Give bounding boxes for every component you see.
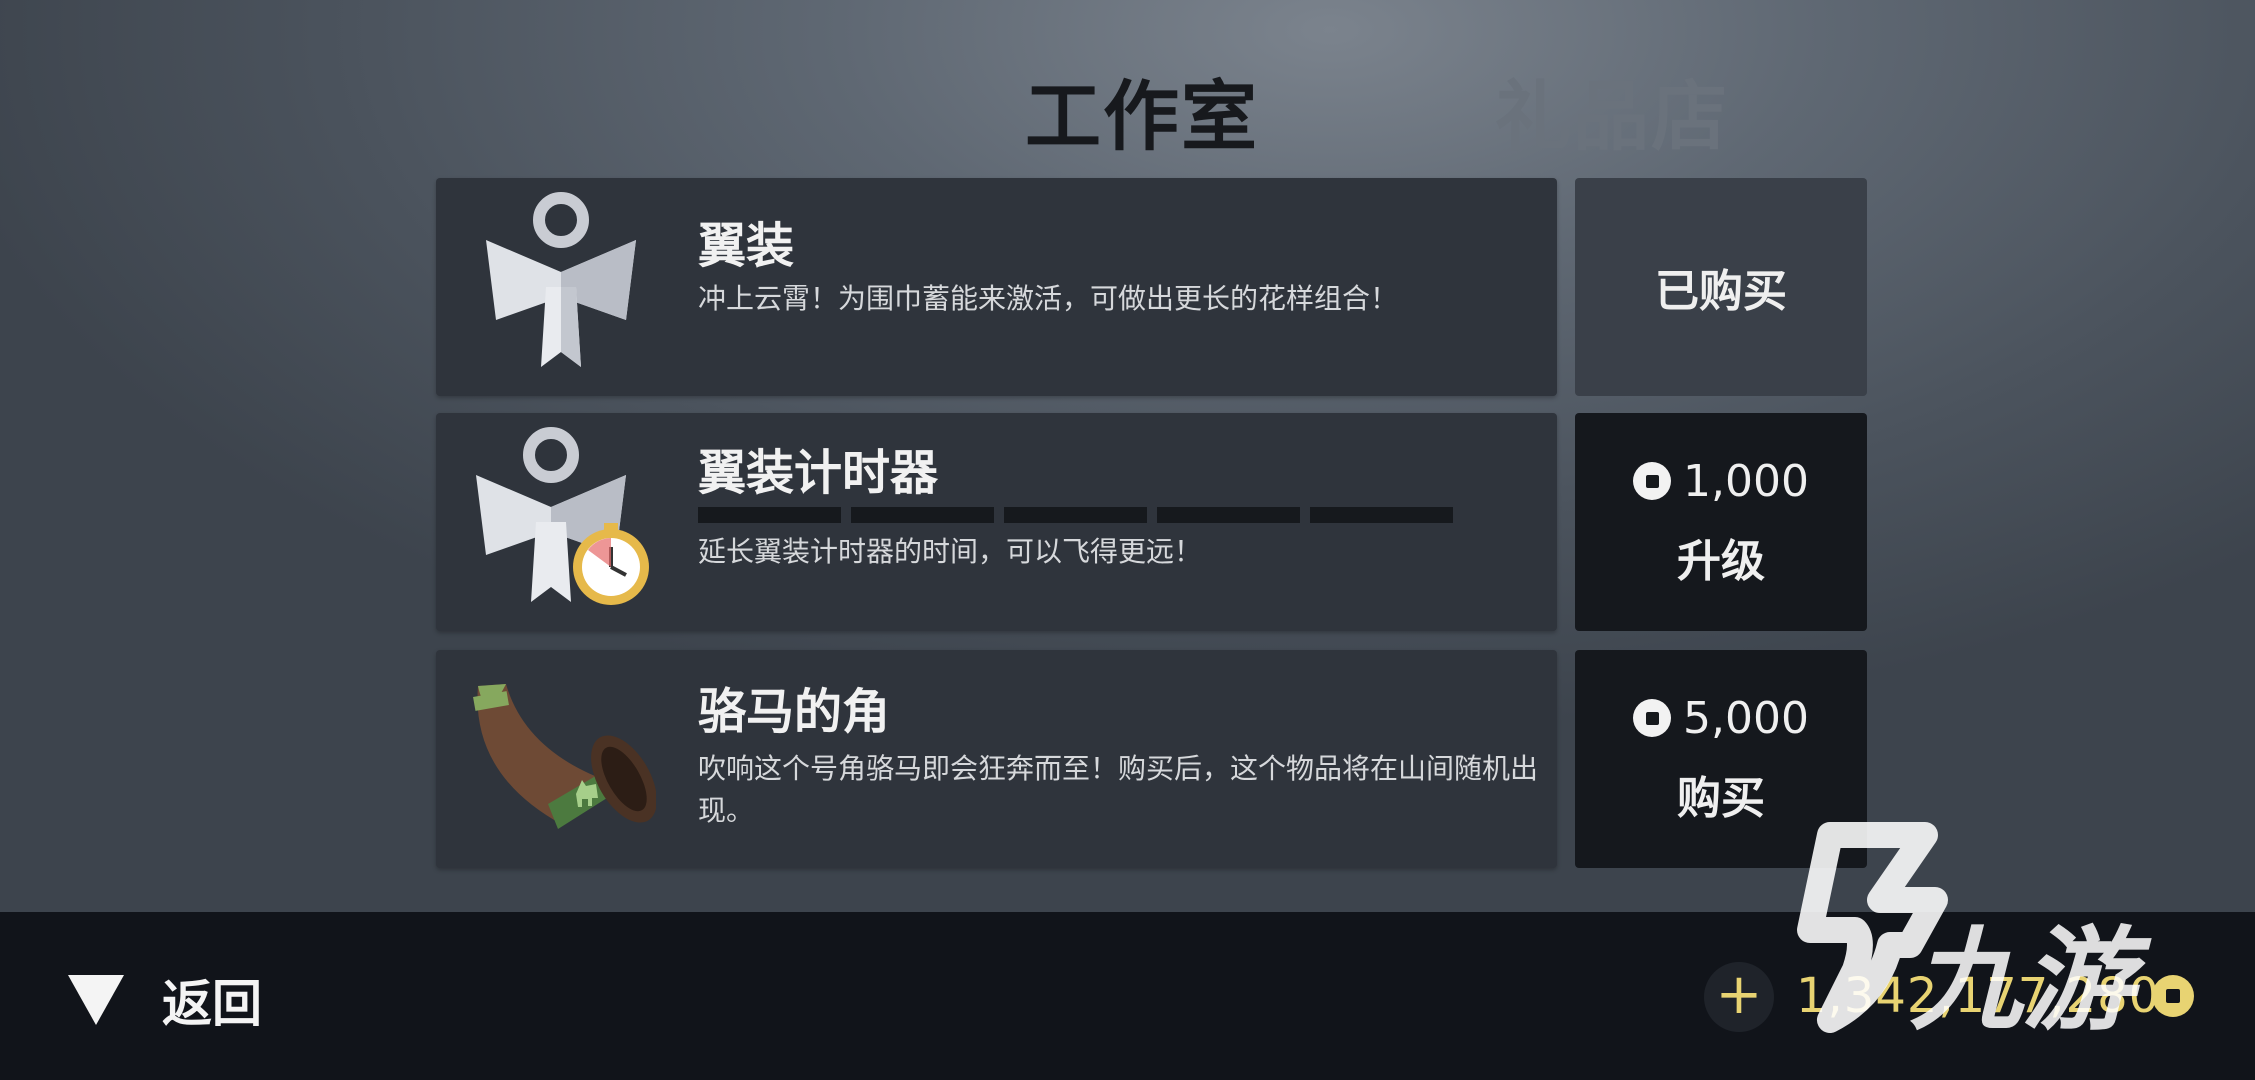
list-item-wingsuit-timer: 翼装计时器 延长翼装计时器的时间，可以飞得更远！: [436, 413, 1557, 631]
tab-gift-shop[interactable]: 礼品店: [1495, 55, 1729, 165]
wingsuit-icon: [466, 192, 656, 382]
coin-icon: [1633, 462, 1672, 500]
upgrade-progress-bar: [698, 507, 1453, 523]
coin-icon: [1633, 699, 1672, 737]
buy-label: 购买: [1677, 772, 1765, 824]
progress-segment: [1004, 507, 1147, 523]
item-title: 翼装计时器: [698, 445, 939, 501]
back-button[interactable]: 返回: [68, 964, 262, 1036]
purchased-status-button: 已购买: [1575, 178, 1867, 396]
triangle-down-icon: [68, 975, 124, 1025]
wingsuit-timer-icon: [466, 427, 656, 617]
upgrade-button[interactable]: 1,000 升级: [1575, 413, 1867, 631]
progress-segment: [1310, 507, 1453, 523]
item-description: 冲上云霄！为围巾蓄能来激活，可做出更长的花样组合！: [698, 282, 1399, 315]
upgrade-label: 升级: [1677, 535, 1765, 587]
buy-button[interactable]: 5,000 购买: [1575, 650, 1867, 868]
price-value: 1,000: [1683, 455, 1809, 507]
progress-segment: [698, 507, 841, 523]
purchased-label: 已购买: [1655, 266, 1787, 317]
gold-coin-icon: [2152, 975, 2194, 1017]
item-title: 骆马的角: [698, 684, 891, 740]
list-item-llama-horn: 骆马的角 吹响这个号角骆马即会狂奔而至！购买后，这个物品将在山间随机出现。: [436, 650, 1557, 868]
bottom-bar: 返回 + 1,342,177,280: [0, 912, 2255, 1080]
list-item-wingsuit: 翼装 冲上云霄！为围巾蓄能来激活，可做出更长的花样组合！: [436, 178, 1557, 396]
item-title: 翼装: [698, 218, 795, 274]
progress-segment: [851, 507, 994, 523]
price: 5,000: [1633, 693, 1809, 744]
item-description: 吹响这个号角骆马即会狂奔而至！购买后，这个物品将在山间随机出现。: [698, 752, 1539, 827]
back-label: 返回: [162, 975, 262, 1033]
price-value: 5,000: [1683, 692, 1809, 744]
price: 1,000: [1633, 456, 1809, 507]
tab-workshop[interactable]: 工作室: [1025, 55, 1259, 165]
llama-horn-icon: [466, 664, 657, 854]
add-currency-button[interactable]: +: [1704, 962, 1774, 1032]
item-description: 延长翼装计时器的时间，可以飞得更远！: [698, 535, 1203, 568]
progress-segment: [1157, 507, 1300, 523]
coin-balance: 1,342,177,280: [1796, 968, 2161, 1024]
